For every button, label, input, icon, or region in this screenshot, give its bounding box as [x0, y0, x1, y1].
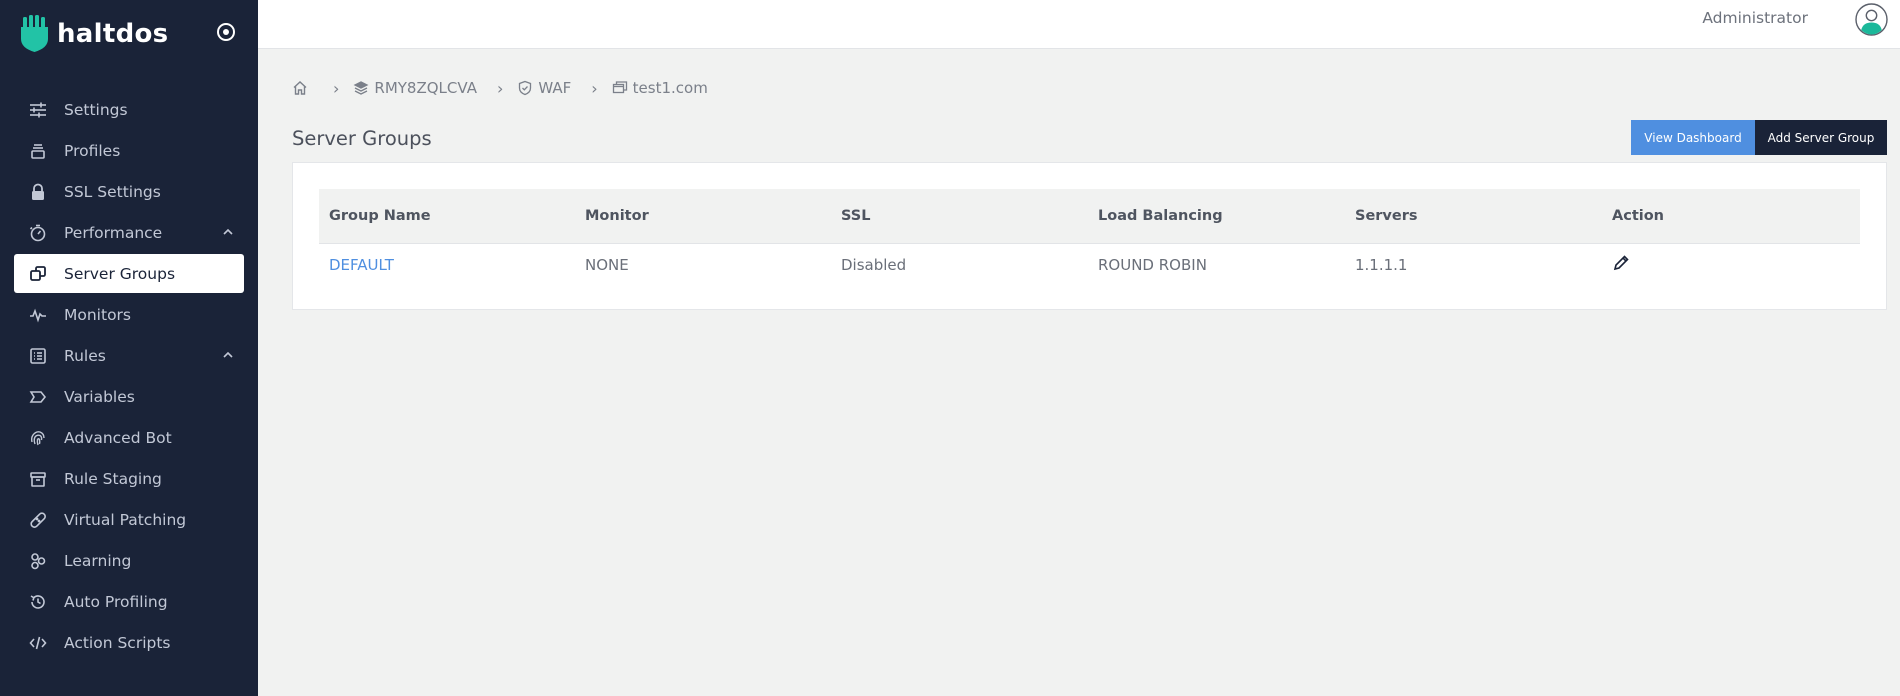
breadcrumb-tenant[interactable]: RMY8ZQLCVA	[353, 79, 477, 97]
ssl-cell: Disabled	[841, 256, 907, 275]
lock-icon	[28, 182, 48, 202]
bandage-icon	[28, 510, 48, 530]
breadcrumb-label: test1.com	[632, 79, 708, 97]
sidebar-item-label: Settings	[64, 100, 128, 119]
table-row: DEFAULT NONE Disabled ROUND ROBIN 1.1.1.…	[319, 243, 1860, 287]
breadcrumb-waf[interactable]: WAF	[517, 79, 571, 97]
list-icon	[28, 346, 48, 366]
breadcrumb-separator: ›	[591, 78, 598, 98]
sidebar-item-label: Advanced Bot	[64, 428, 172, 447]
code-icon	[28, 633, 48, 653]
column-header-servers: Servers	[1345, 189, 1602, 244]
tag-icon	[28, 387, 48, 407]
copy-icon	[28, 264, 48, 284]
sidebar-item-label: Performance	[64, 223, 163, 242]
sidebar-item-label: Auto Profiling	[64, 592, 168, 611]
server-groups-panel: Group Name Monitor SSL Load Balancing Se…	[292, 162, 1887, 310]
sidebar-item-auto-profiling[interactable]: Auto Profiling	[14, 582, 244, 621]
sidebar-item-monitors[interactable]: Monitors	[14, 295, 244, 334]
view-dashboard-button[interactable]: View Dashboard	[1631, 120, 1755, 155]
sidebar-item-label: Rule Staging	[64, 469, 162, 488]
sidebar-item-label: Learning	[64, 551, 132, 570]
column-header-ssl: SSL	[831, 189, 1088, 244]
sidebar-item-label: Rules	[64, 346, 106, 365]
stack-icon	[353, 81, 369, 95]
breadcrumb-label: WAF	[538, 79, 572, 97]
window-icon	[612, 81, 627, 94]
sidebar-item-learning[interactable]: Learning	[14, 541, 244, 580]
pulse-icon	[28, 305, 48, 325]
column-header-monitor: Monitor	[575, 189, 831, 244]
sidebar-item-profiles[interactable]: Profiles	[14, 131, 244, 170]
brand[interactable]: haltdos	[20, 14, 168, 54]
layers-icon	[28, 141, 48, 161]
nodes-icon	[28, 551, 48, 571]
shield-icon	[519, 80, 532, 96]
sidebar-item-settings[interactable]: Settings	[14, 90, 244, 129]
servers-cell: 1.1.1.1	[1355, 256, 1408, 275]
table-header-row: Group Name Monitor SSL Load Balancing Se…	[319, 189, 1860, 244]
sidebar-item-label: Profiles	[64, 141, 121, 160]
sidebar-item-label: Server Groups	[64, 264, 176, 283]
column-header-load-balancing: Load Balancing	[1088, 189, 1345, 244]
user-name[interactable]: Administrator	[1702, 9, 1808, 27]
column-header-group-name: Group Name	[319, 189, 575, 244]
speedometer-icon	[28, 223, 48, 243]
breadcrumb: › RMY8ZQLCVA › WAF › test1.com	[292, 76, 708, 100]
brand-name: haltdos	[57, 19, 169, 49]
sidebar-item-virtual-patching[interactable]: Virtual Patching	[14, 500, 244, 539]
chevron-up-icon[interactable]	[222, 349, 234, 361]
history-icon	[28, 592, 48, 612]
sidebar-item-advanced-bot[interactable]: Advanced Bot	[14, 418, 244, 457]
sidebar-item-label: SSL Settings	[64, 182, 161, 201]
archive-icon	[28, 469, 48, 489]
breadcrumb-label: RMY8ZQLCVA	[374, 79, 477, 97]
avatar-icon[interactable]	[1855, 3, 1888, 36]
sidebar-item-variables[interactable]: Variables	[14, 377, 244, 416]
load-balancing-cell: ROUND ROBIN	[1098, 256, 1207, 275]
sidebar-item-performance[interactable]: Performance	[14, 213, 244, 252]
group-name-link[interactable]: DEFAULT	[319, 243, 575, 287]
page-title: Server Groups	[292, 127, 432, 150]
sidebar: haltdos Settings Profiles SSL Settings P…	[0, 0, 258, 696]
breadcrumb-site[interactable]: test1.com	[612, 79, 708, 97]
breadcrumb-separator: ›	[333, 78, 340, 98]
chevron-up-icon[interactable]	[222, 226, 234, 238]
sidebar-item-label: Virtual Patching	[64, 510, 187, 529]
home-icon	[293, 81, 307, 95]
action-cell	[1602, 243, 1860, 287]
sidebar-item-ssl-settings[interactable]: SSL Settings	[14, 172, 244, 211]
haltdos-logo-icon	[21, 15, 48, 52]
server-groups-table: Group Name Monitor SSL Load Balancing Se…	[319, 189, 1860, 287]
collapse-sidebar-icon[interactable]	[214, 20, 238, 44]
breadcrumb-home[interactable]	[292, 80, 313, 96]
sidebar-item-action-scripts[interactable]: Action Scripts	[14, 623, 244, 662]
monitor-cell: NONE	[585, 256, 629, 275]
sidebar-item-label: Monitors	[64, 305, 131, 324]
sidebar-item-rule-staging[interactable]: Rule Staging	[14, 459, 244, 498]
fingerprint-icon	[28, 428, 48, 448]
breadcrumb-separator: ›	[496, 78, 504, 98]
sliders-icon	[28, 100, 48, 120]
column-header-action: Action	[1602, 189, 1860, 244]
sidebar-nav: Settings Profiles SSL Settings Performan…	[14, 90, 244, 664]
topbar: Administrator	[258, 0, 1900, 49]
sidebar-item-label: Action Scripts	[64, 633, 171, 652]
sidebar-item-server-groups[interactable]: Server Groups	[14, 254, 244, 293]
sidebar-item-rules[interactable]: Rules	[14, 336, 244, 375]
sidebar-item-label: Variables	[64, 387, 135, 406]
pencil-icon[interactable]	[1612, 254, 1630, 272]
add-server-group-button[interactable]: Add Server Group	[1755, 120, 1887, 155]
